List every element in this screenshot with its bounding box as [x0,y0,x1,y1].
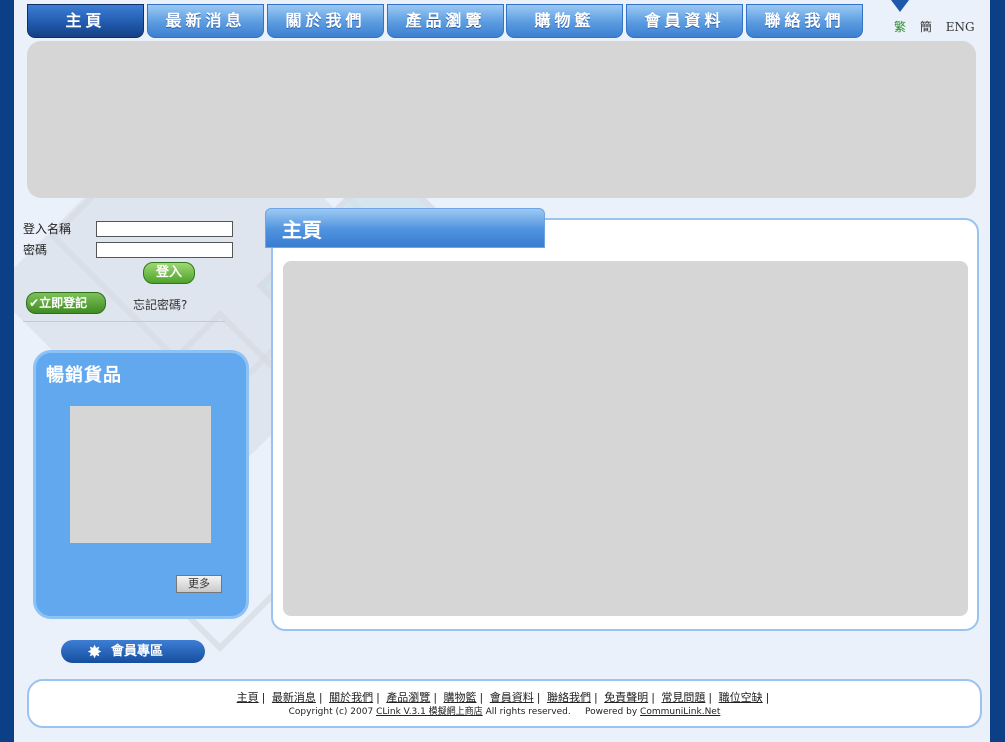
product-image-placeholder[interactable] [70,406,211,543]
footer-link-contact[interactable]: 聯絡我們 [547,691,591,704]
copyright-prefix: Copyright (c) 2007 [288,707,374,717]
password-label: 密碼 [23,243,48,257]
star-icon: ✸ [87,642,103,663]
language-switcher: 繁 簡 ENG [894,18,985,35]
footer-link-news[interactable]: 最新消息 [272,691,316,704]
divider [23,321,225,322]
footer-link-disclaimer[interactable]: 免責聲明 [604,691,648,704]
tab-about-us[interactable]: 關於我們 [267,4,384,38]
main-content-panel [271,218,979,631]
footer-link-home[interactable]: 主頁 [237,691,259,704]
lang-traditional[interactable]: 繁 [894,20,906,34]
rights-text: All rights reserved. [485,707,571,717]
login-button[interactable]: 登入 [143,262,195,284]
best-sellers-panel: 暢銷貨品 更多 [33,350,249,619]
footer-link-member[interactable]: 會員資料 [490,691,534,704]
member-zone-label: 會員專區 [111,644,164,659]
footer-link-cart[interactable]: 購物籃 [444,691,477,704]
page: 主頁 最新消息 關於我們 產品瀏覽 購物籃 會員資料 聯絡我們 繁 簡 ENG … [14,0,990,742]
footer-link-products[interactable]: 產品瀏覽 [386,691,430,704]
banner-placeholder [27,41,976,198]
login-form: 登入名稱 密碼 登入 ✔立即登記 忘記密碼? [23,218,233,322]
username-label: 登入名稱 [23,222,72,236]
product-link[interactable]: CLink V.3.1 模擬網上商店 [376,707,483,717]
footer-links: 主頁 | 最新消息 | 關於我們 | 產品瀏覽 | 購物籃 | 會員資料 | 聯絡我們 | 免… [236,691,770,704]
footer-link-faq[interactable]: 常見問題 [661,691,705,704]
tab-contact-us[interactable]: 聯絡我們 [746,4,863,38]
member-zone-button[interactable]: ✸ 會員專區 [61,640,205,663]
lang-pointer-icon [891,0,909,12]
powered-by-text: Powered by [585,707,638,717]
tab-member-info[interactable]: 會員資料 [626,4,743,38]
password-input[interactable] [96,242,233,258]
lang-english[interactable]: ENG [946,20,975,34]
more-button[interactable]: 更多 [176,575,222,593]
best-sellers-title: 暢銷貨品 [46,365,122,386]
footer-link-about[interactable]: 關於我們 [329,691,373,704]
page-title: 主頁 [265,208,545,248]
footer-link-jobs[interactable]: 職位空缺 [719,691,763,704]
check-icon: ✔ [29,296,40,310]
forgot-password-link[interactable]: 忘記密碼? [133,296,187,313]
tab-latest-news[interactable]: 最新消息 [147,4,264,38]
tab-products[interactable]: 產品瀏覽 [387,4,504,38]
tab-home[interactable]: 主頁 [27,4,144,38]
copyright: Copyright (c) 2007 CLink V.3.1 模擬網上商店 Al… [29,704,980,717]
lang-simplified[interactable]: 簡 [920,20,932,34]
tab-cart[interactable]: 購物籃 [506,4,623,38]
powered-by-link[interactable]: CommuniLink.Net [640,707,720,717]
content-placeholder [283,261,968,616]
register-button[interactable]: ✔立即登記 [26,292,106,314]
register-label: 立即登記 [39,296,88,310]
username-input[interactable] [96,221,233,237]
footer: 主頁 | 最新消息 | 關於我們 | 產品瀏覽 | 購物籃 | 會員資料 | 聯絡我們 | 免… [27,679,982,728]
